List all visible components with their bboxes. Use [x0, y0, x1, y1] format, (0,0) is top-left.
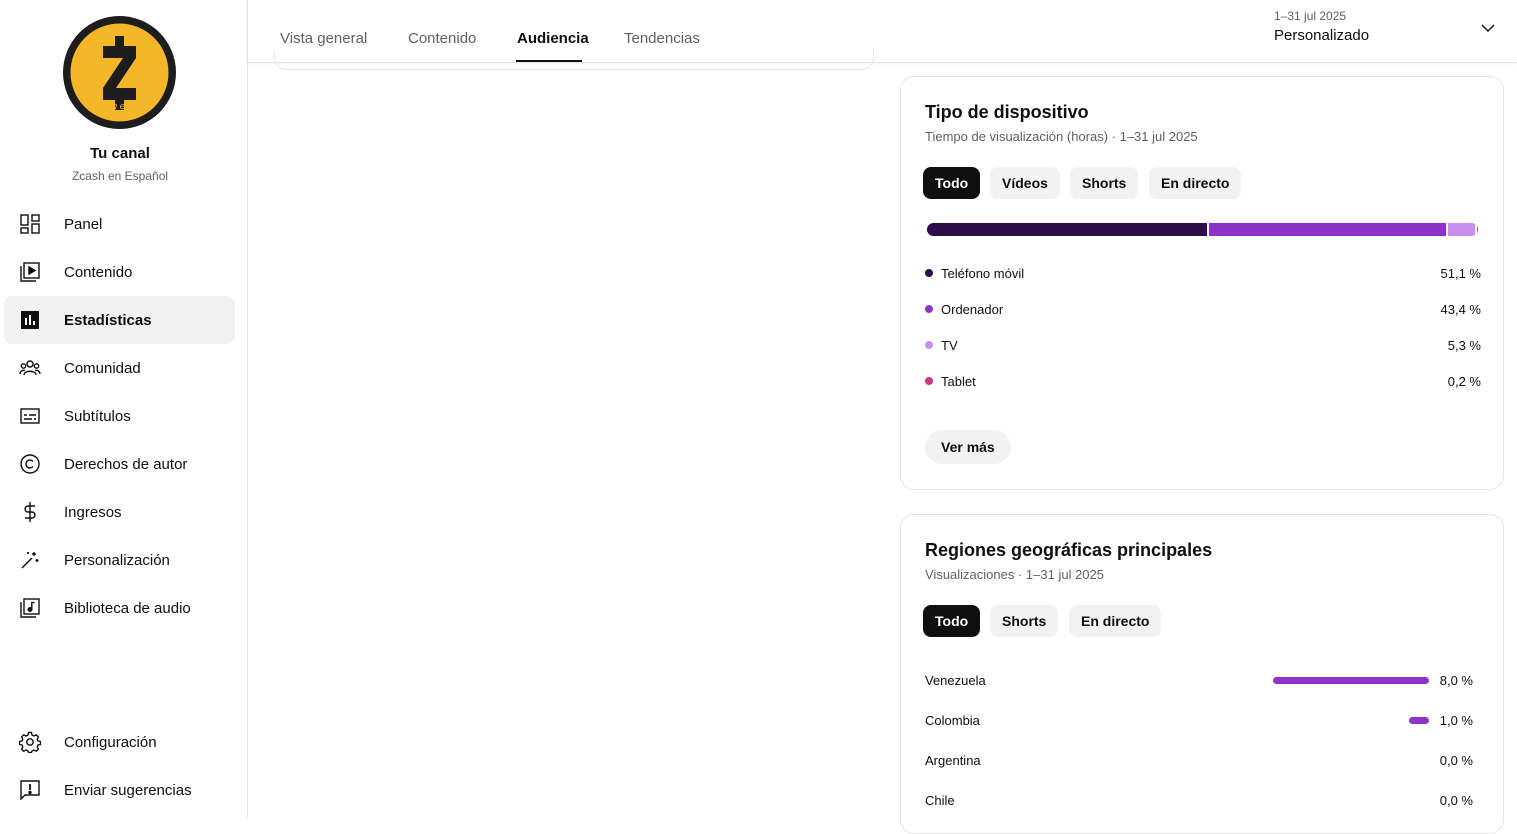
sidebar-item-label: Configuración — [64, 733, 157, 751]
legend-label: Tablet — [941, 373, 976, 389]
analytics-icon — [18, 308, 42, 332]
sidebar-item-estadisticas[interactable]: Estadísticas — [4, 296, 235, 344]
sidebar-item-comunidad[interactable]: Comunidad — [4, 344, 235, 392]
device-share-segment — [1447, 223, 1477, 236]
channel-avatar[interactable]: Zcash en español — [63, 16, 176, 129]
sidebar-item-label: Subtítulos — [64, 407, 131, 425]
legend-label: Ordenador — [941, 301, 1004, 317]
magic-wand-icon — [18, 548, 42, 572]
sidebar-item-label: Panel — [64, 215, 103, 233]
legend-dot — [925, 305, 933, 313]
tab-contenido[interactable]: Contenido — [408, 30, 476, 47]
date-preset[interactable]: Personalizado — [1274, 27, 1369, 44]
legend-dot — [925, 341, 933, 349]
sidebar-item-sugerencias[interactable]: Enviar sugerencias — [4, 766, 235, 814]
region-bar-track — [1273, 797, 1429, 804]
card-title: Regiones geográficas principales — [925, 540, 1213, 560]
filter-chip-en-directo[interactable]: En directo — [1069, 605, 1162, 637]
tab-vista-general[interactable]: Vista general — [280, 30, 367, 47]
legend-value: 0,2 % — [1447, 373, 1481, 389]
filter-chip-shorts[interactable]: Shorts — [990, 605, 1059, 637]
legend-value: 5,3 % — [1447, 337, 1481, 353]
dollar-icon — [18, 500, 42, 524]
region-row: Argentina 0,0 % — [925, 750, 1473, 770]
sidebar-item-derechos[interactable]: Derechos de autor — [4, 440, 235, 488]
sidebar-item-configuracion[interactable]: Configuración — [4, 718, 235, 766]
device-share-segment — [927, 223, 1209, 236]
filter-chip-shorts[interactable]: Shorts — [1070, 167, 1139, 199]
region-row: Venezuela 8,0 % — [925, 670, 1473, 690]
sidebar-item-label: Derechos de autor — [64, 455, 188, 473]
region-label: Argentina — [925, 752, 981, 768]
sidebar-item-label: Estadísticas — [64, 311, 152, 329]
device-legend-row: Tablet 0,2 % — [925, 371, 1481, 391]
region-bar-track — [1273, 757, 1429, 764]
device-legend-row: Teléfono móvil 51,1 % — [925, 263, 1481, 283]
device-share-bar — [927, 223, 1478, 236]
legend-value: 51,1 % — [1440, 265, 1481, 281]
region-bar — [1273, 676, 1429, 684]
legend-label: Teléfono móvil — [941, 265, 1025, 281]
sidebar-item-panel[interactable]: Panel — [4, 200, 235, 248]
sidebar-item-label: Personalización — [64, 551, 170, 569]
sidebar-item-personalizacion[interactable]: Personalización — [4, 536, 235, 584]
region-value: 1,0 % — [1439, 712, 1473, 728]
region-value: 0,0 % — [1439, 792, 1473, 808]
gear-icon — [18, 730, 42, 754]
region-bar-track — [1273, 716, 1429, 724]
channel-name: Zcash en Español — [71, 169, 169, 183]
channel-title: Tu canal — [90, 145, 150, 162]
region-label: Venezuela — [925, 672, 986, 688]
legend-label: TV — [941, 337, 958, 353]
tab-tendencias[interactable]: Tendencias — [624, 30, 700, 47]
sidebar-item-biblioteca[interactable]: Biblioteca de audio — [4, 584, 235, 632]
dashboard-icon — [18, 212, 42, 236]
feedback-icon — [18, 778, 42, 802]
filter-chip-videos[interactable]: Vídeos — [990, 167, 1060, 199]
tab-audiencia[interactable]: Audiencia — [517, 30, 589, 47]
chevron-down-icon[interactable] — [1478, 18, 1498, 38]
card-subtitle: Visualizaciones · 1–31 jul 2025 — [925, 567, 1104, 582]
card-subtitle: Tiempo de visualización (horas) · 1–31 j… — [925, 129, 1198, 144]
device-type-card: Tipo de dispositivo Tiempo de visualizac… — [900, 76, 1504, 490]
community-icon — [18, 356, 42, 380]
audio-library-icon — [18, 596, 42, 620]
card-title: Tipo de dispositivo — [925, 102, 1089, 122]
sidebar-item-label: Enviar sugerencias — [64, 781, 192, 799]
legend-value: 43,4 % — [1440, 301, 1481, 317]
sidebar-item-label: Biblioteca de audio — [64, 599, 191, 617]
sidebar-item-label: Contenido — [64, 263, 133, 281]
region-value: 8,0 % — [1439, 672, 1473, 688]
device-share-segment — [1208, 223, 1448, 236]
sidebar-item-label: Ingresos — [64, 503, 122, 521]
region-bar-track — [1273, 676, 1429, 684]
filter-chip-todo[interactable]: Todo — [923, 605, 981, 637]
copyright-icon — [18, 452, 42, 476]
sidebar: Zcash en español Tu canal Zcash en Españ… — [0, 0, 248, 818]
sidebar-item-subtitulos[interactable]: Subtítulos — [4, 392, 235, 440]
see-more-button[interactable]: Ver más — [925, 430, 1011, 464]
audience-card-edge — [274, 50, 874, 70]
region-bar — [1409, 716, 1429, 724]
legend-dot — [925, 377, 933, 385]
filter-chip-todo[interactable]: Todo — [923, 167, 981, 199]
device-legend-row: TV 5,3 % — [925, 335, 1481, 355]
zcash-logo: Zcash en español — [63, 16, 176, 129]
legend-dot — [925, 269, 933, 277]
region-value: 0,0 % — [1439, 752, 1473, 768]
sidebar-item-contenido[interactable]: Contenido — [4, 248, 235, 296]
region-row: Chile 0,0 % — [925, 790, 1473, 810]
date-range[interactable]: 1–31 jul 2025 — [1274, 9, 1346, 23]
top-regions-card: Regiones geográficas principales Visuali… — [900, 514, 1504, 834]
region-label: Chile — [925, 792, 955, 808]
sidebar-item-label: Comunidad — [64, 359, 141, 377]
region-label: Colombia — [925, 712, 980, 728]
sidebar-item-ingresos[interactable]: Ingresos — [4, 488, 235, 536]
device-legend-row: Ordenador 43,4 % — [925, 299, 1481, 319]
region-row: Colombia 1,0 % — [925, 710, 1473, 730]
subtitles-icon — [18, 404, 42, 428]
device-share-segment — [1476, 223, 1478, 236]
content-icon — [18, 260, 42, 284]
filter-chip-en-directo[interactable]: En directo — [1149, 167, 1242, 199]
